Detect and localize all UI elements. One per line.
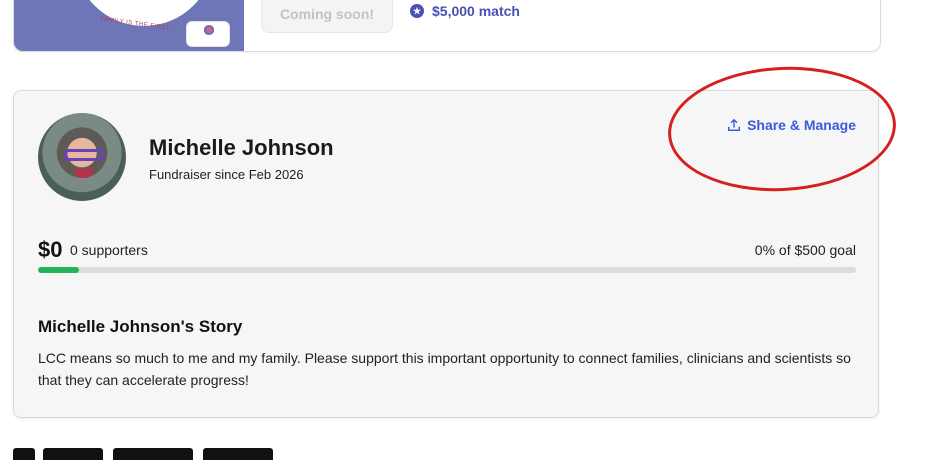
logo-mark-icon <box>202 25 216 35</box>
coming-soon-button[interactable]: Coming soon! <box>261 0 393 33</box>
share-manage-button[interactable]: Share & Manage <box>727 117 856 133</box>
goal-progress-text: 0% of $500 goal <box>754 242 856 258</box>
share-manage-label: Share & Manage <box>747 117 856 133</box>
avatar-glasses <box>64 149 104 161</box>
upload-icon <box>728 118 741 131</box>
fundraiser-since: Fundraiser since Feb 2026 <box>149 167 304 182</box>
progress-bar <box>38 267 856 273</box>
badge-icon: ★ <box>410 4 424 18</box>
campaign-card: FAMILY IS THE FIRST Coming soon! ★ $5,00… <box>13 0 881 52</box>
match-text: $5,000 match <box>432 3 520 19</box>
story-text: LCC means so much to me and my family. P… <box>38 350 851 388</box>
progress-bar-fill <box>38 267 79 273</box>
avatar <box>38 113 126 201</box>
campaign-banner-image[interactable]: FAMILY IS THE FIRST <box>14 0 244 51</box>
fundraiser-name: Michelle Johnson <box>149 135 334 160</box>
logo-badge <box>186 21 230 47</box>
raised-amount: $0 <box>38 237 63 262</box>
fundraiser-card: Michelle Johnson Fundraiser since Feb 20… <box>13 61 900 418</box>
supporters-count: 0 supporters <box>70 242 148 258</box>
story-title: Michelle Johnson's Story <box>38 317 243 336</box>
avatar-mouth <box>74 169 94 178</box>
match-badge: ★ $5,000 match <box>410 3 520 19</box>
section-heading-partial <box>13 448 413 460</box>
